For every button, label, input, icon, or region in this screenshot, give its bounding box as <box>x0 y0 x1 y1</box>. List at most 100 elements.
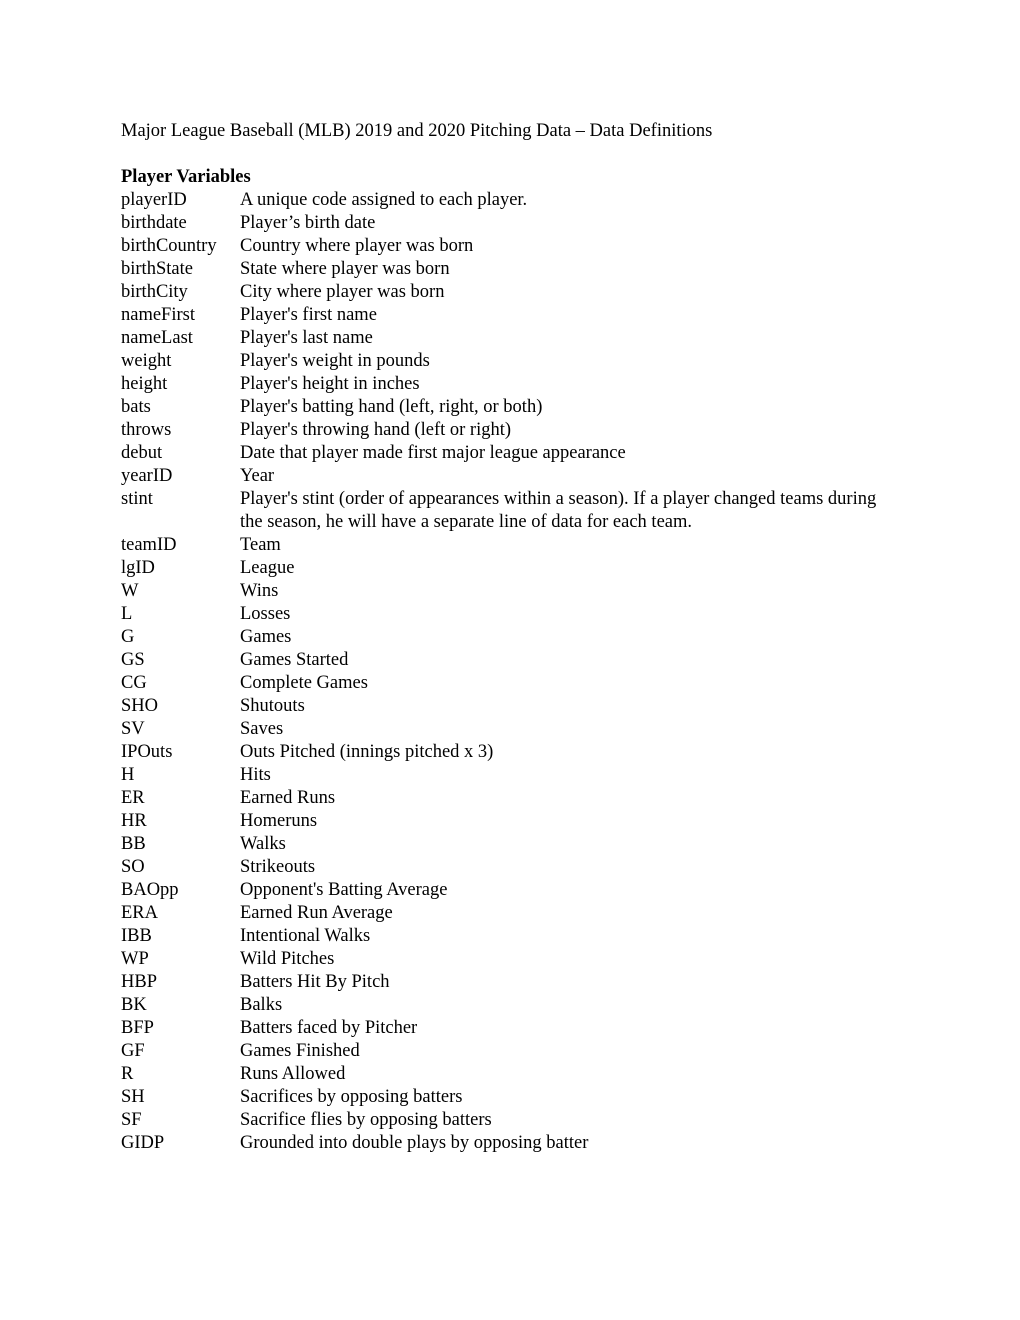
definition-row: bats Player's batting hand (left, right, … <box>121 396 901 419</box>
definition-description: Homeruns <box>240 811 318 831</box>
definition-term: throws <box>121 420 172 440</box>
definition-row: yearID Year <box>121 465 901 488</box>
definition-row: W Wins <box>121 580 901 603</box>
definition-term: ER <box>121 788 145 808</box>
definition-description: Team <box>240 535 281 555</box>
definition-description: Losses <box>240 604 291 624</box>
definition-term: W <box>121 581 139 601</box>
definition-description: Year <box>240 466 275 486</box>
definition-description: Batters Hit By Pitch <box>240 972 390 992</box>
definition-term: ERA <box>121 903 158 923</box>
definition-row: BAOpp Opponent's Batting Average <box>121 879 901 902</box>
definition-description: Intentional Walks <box>240 926 371 946</box>
definition-row: nameLast Player's last name <box>121 327 901 350</box>
definition-description: Walks <box>240 834 286 854</box>
definition-row: SV Saves <box>121 718 901 741</box>
definition-row: SO Strikeouts <box>121 856 901 879</box>
definition-row: SHO Shutouts <box>121 695 901 718</box>
definition-term: HR <box>121 811 147 831</box>
definition-term: HBP <box>121 972 157 992</box>
definition-term: birthCity <box>121 282 188 302</box>
definition-description: Wild Pitches <box>240 949 335 969</box>
definition-description: State where player was born <box>240 259 450 279</box>
definition-term: height <box>121 374 168 394</box>
definition-row: CG Complete Games <box>121 672 901 695</box>
definition-term: WP <box>121 949 149 969</box>
definition-term: nameFirst <box>121 305 195 325</box>
definition-row: L Losses <box>121 603 901 626</box>
definition-term: yearID <box>121 466 173 486</box>
definition-row: BFP Batters faced by Pitcher <box>121 1017 901 1040</box>
definition-row: SF Sacrifice flies by opposing batters <box>121 1109 901 1132</box>
definition-row: playerID A unique code assigned to each p… <box>121 189 901 212</box>
definition-term: GIDP <box>121 1133 165 1153</box>
definition-description: Country where player was born <box>240 236 474 256</box>
definition-description: Strikeouts <box>240 857 316 877</box>
definition-description: Earned Runs <box>240 788 336 808</box>
definition-description: Sacrifice flies by opposing batters <box>240 1110 492 1130</box>
definition-description: Sacrifices by opposing batters <box>240 1087 463 1107</box>
definition-description: Shutouts <box>240 696 305 716</box>
definition-description: Games Started <box>240 650 349 670</box>
definition-description: Player's first name <box>240 305 377 325</box>
definition-term: lgID <box>121 558 155 578</box>
definition-description: Earned Run Average <box>240 903 393 923</box>
definition-term: SH <box>121 1087 145 1107</box>
definition-term: birthState <box>121 259 193 279</box>
definition-term: stint <box>121 489 153 509</box>
definition-row: height Player's height in inches <box>121 373 901 396</box>
definition-description: Player's weight in pounds <box>240 351 430 371</box>
definition-term: CG <box>121 673 147 693</box>
definition-description: Games Finished <box>240 1041 360 1061</box>
definition-row: nameFirst Player's first name <box>121 304 901 327</box>
definition-term: L <box>121 604 133 624</box>
definition-term: debut <box>121 443 163 463</box>
definition-row: HBP Batters Hit By Pitch <box>121 971 901 994</box>
definition-row: BB Walks <box>121 833 901 856</box>
definition-row: birthState State where player was born <box>121 258 901 281</box>
definition-row: SH Sacrifices by opposing batters <box>121 1086 901 1109</box>
definition-row: ERA Earned Run Average <box>121 902 901 925</box>
definition-description: Grounded into double plays by opposing b… <box>240 1133 589 1153</box>
definition-row: H Hits <box>121 764 901 787</box>
definition-row: weight Player's weight in pounds <box>121 350 901 373</box>
definition-row: WP Wild Pitches <box>121 948 901 971</box>
definition-term: birthCountry <box>121 236 217 256</box>
definition-term: BFP <box>121 1018 154 1038</box>
definition-row: GS Games Started <box>121 649 901 672</box>
definition-row: debut Date that player made first major l… <box>121 442 901 465</box>
definition-term: H <box>121 765 135 785</box>
definition-row: R Runs Allowed <box>121 1063 901 1086</box>
definition-term: SHO <box>121 696 159 716</box>
definition-term: BAOpp <box>121 880 179 900</box>
definition-row: throws Player's throwing hand (left or ri… <box>121 419 901 442</box>
definition-description: Opponent's Batting Average <box>240 880 448 900</box>
definition-term: weight <box>121 351 172 371</box>
definition-row: GIDP Grounded into double plays by opposi… <box>121 1132 901 1155</box>
definition-term: G <box>121 627 135 647</box>
definition-term: R <box>121 1064 134 1084</box>
definition-description: Runs Allowed <box>240 1064 346 1084</box>
definition-row: IPOuts Outs Pitched (innings pitched x 3) <box>121 741 901 764</box>
definition-description: League <box>240 558 295 578</box>
definition-description: Hits <box>240 765 271 785</box>
definition-description: Player’s birth date <box>240 213 376 233</box>
definition-row: birthdate Player’s birth date <box>121 212 901 235</box>
definition-description: Saves <box>240 719 284 739</box>
definition-term: birthdate <box>121 213 187 233</box>
definition-row: stint Player's stint (order of appearance… <box>121 488 901 534</box>
definition-term: nameLast <box>121 328 193 348</box>
definition-term: BK <box>121 995 147 1015</box>
definition-description: Complete Games <box>240 673 368 693</box>
definition-description: Games <box>240 627 292 647</box>
document-title: Major League Baseball (MLB) 2019 and 202… <box>121 121 713 141</box>
definition-description: Outs Pitched (innings pitched x 3) <box>240 742 494 762</box>
definition-term: SO <box>121 857 145 877</box>
definition-row: birthCity City where player was born <box>121 281 901 304</box>
definition-term: GF <box>121 1041 145 1061</box>
definition-row: HR Homeruns <box>121 810 901 833</box>
definition-description: Date that player made first major league… <box>240 443 626 463</box>
definition-row: GF Games Finished <box>121 1040 901 1063</box>
definition-row: IBB Intentional Walks <box>121 925 901 948</box>
section-heading: Player Variables <box>121 167 251 187</box>
